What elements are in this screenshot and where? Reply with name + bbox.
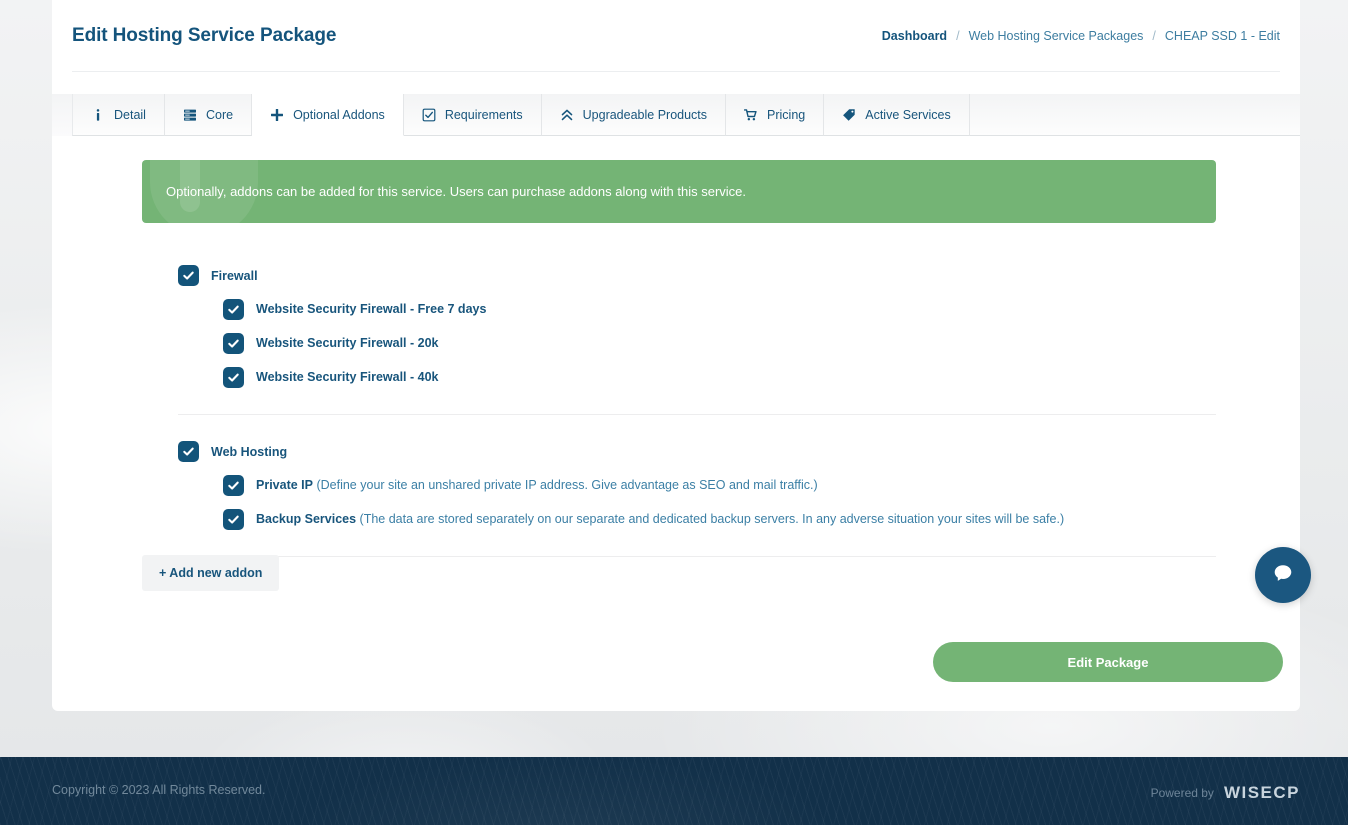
addon-item-name: Private IP — [256, 478, 313, 493]
addon-item-list: Website Security Firewall - Free 7 days … — [142, 299, 1216, 388]
addon-item-description: (The data are stored separately on our s… — [359, 512, 1065, 527]
cart-icon — [744, 108, 758, 122]
addon-item: Website Security Firewall - 20k — [223, 333, 1216, 354]
wisecp-logo: WISECP — [1223, 783, 1300, 802]
addon-item: Website Security Firewall - Free 7 days — [223, 299, 1216, 320]
group-checkbox-web-hosting[interactable] — [178, 441, 199, 462]
addon-checkbox[interactable] — [223, 509, 244, 530]
tab-bar: Detail Core Optional Addons Requirements… — [52, 94, 1300, 136]
tab-label: Optional Addons — [293, 107, 385, 122]
page-root: Edit Hosting Service Package Dashboard /… — [0, 0, 1348, 825]
tab-optional-addons[interactable]: Optional Addons — [252, 94, 404, 136]
edit-package-button[interactable]: Edit Package — [933, 642, 1283, 682]
breadcrumb-separator: / — [1152, 29, 1156, 43]
tab-label: Active Services — [865, 107, 951, 122]
footer-copyright: Copyright © 2023 All Rights Reserved. — [52, 783, 266, 797]
breadcrumb-item-current: CHEAP SSD 1 - Edit — [1164, 29, 1280, 43]
addon-item: Backup Services (The data are stored sep… — [223, 509, 1216, 530]
group-divider — [178, 556, 1216, 557]
addon-item: Private IP (Define your site an unshared… — [223, 475, 1216, 496]
tab-label: Core — [205, 107, 234, 122]
addon-item-description: (Define your site an unshared private IP… — [316, 478, 818, 493]
addon-item-label: Website Security Firewall - 20k — [256, 335, 438, 351]
tab-label: Requirements — [444, 107, 523, 122]
addon-item-name: Website Security Firewall - Free 7 days — [256, 302, 487, 317]
addon-checkbox[interactable] — [223, 367, 244, 388]
addon-group-header: Web Hosting — [142, 441, 1216, 462]
alert-message: Optionally, addons can be added for this… — [166, 184, 747, 199]
checkbox-icon — [422, 108, 436, 122]
addon-item-label: Website Security Firewall - 40k — [256, 369, 438, 385]
info-icon — [91, 108, 105, 122]
addon-item-label: Website Security Firewall - Free 7 days — [256, 301, 486, 317]
addon-checkbox[interactable] — [223, 333, 244, 354]
plus-icon — [270, 108, 284, 122]
breadcrumb-separator: / — [956, 29, 960, 43]
group-divider — [178, 414, 1216, 415]
addon-group-title: Web Hosting — [211, 444, 288, 459]
page-header: Edit Hosting Service Package Dashboard /… — [52, 0, 1300, 72]
info-alert: Optionally, addons can be added for this… — [142, 160, 1216, 223]
addon-group-web-hosting: Web Hosting Private IP (Define your site… — [142, 441, 1216, 530]
add-new-addon-button[interactable]: + Add new addon — [142, 555, 280, 591]
addon-item-name: Website Security Firewall - 20k — [256, 336, 439, 351]
breadcrumb-item-packages[interactable]: Web Hosting Service Packages — [969, 29, 1144, 43]
page-title: Edit Hosting Service Package — [72, 25, 337, 46]
tab-label: Pricing — [767, 107, 806, 122]
server-icon — [183, 108, 197, 122]
addon-item-list: Private IP (Define your site an unshared… — [142, 475, 1216, 530]
addon-checkbox[interactable] — [223, 475, 244, 496]
addon-group-header: Firewall — [142, 265, 1216, 286]
page-footer: Copyright © 2023 All Rights Reserved. Po… — [0, 757, 1348, 825]
addon-checkbox[interactable] — [223, 299, 244, 320]
breadcrumb-item-dashboard[interactable]: Dashboard — [882, 29, 947, 43]
addon-group-title: Firewall — [211, 268, 258, 283]
chat-bubble-icon — [1269, 559, 1297, 592]
addon-item-name: Website Security Firewall - 40k — [256, 370, 439, 385]
addon-item-name: Backup Services — [256, 512, 357, 527]
addon-groups: Firewall Website Security Firewall - Fre… — [142, 265, 1216, 557]
breadcrumb: Dashboard / Web Hosting Service Packages… — [882, 29, 1280, 43]
tag-icon — [842, 108, 856, 122]
group-checkbox-firewall[interactable] — [178, 265, 199, 286]
addon-item: Website Security Firewall - 40k — [223, 367, 1216, 388]
addon-group-firewall: Firewall Website Security Firewall - Fre… — [142, 265, 1216, 388]
powered-by-label: Powered by — [1150, 786, 1214, 800]
tab-active-services[interactable]: Active Services — [824, 94, 970, 136]
tab-core[interactable]: Core — [164, 94, 253, 136]
tab-label: Upgradeable Products — [582, 107, 708, 122]
main-card: Detail Core Optional Addons Requirements… — [52, 72, 1300, 711]
powered-by: Powered by WISECP — [1151, 783, 1300, 803]
chevron-up-double-icon — [560, 108, 574, 122]
tab-detail[interactable]: Detail — [72, 94, 165, 136]
tab-label: Detail — [114, 107, 146, 122]
tab-bar-filler — [969, 94, 1300, 136]
tab-upgradeable-products[interactable]: Upgradeable Products — [541, 94, 727, 136]
addon-item-label: Backup Services (The data are stored sep… — [256, 511, 1064, 527]
addon-item-label: Private IP (Define your site an unshared… — [256, 477, 818, 493]
chat-widget-button[interactable] — [1255, 547, 1311, 603]
tab-requirements[interactable]: Requirements — [403, 94, 542, 136]
tab-pricing[interactable]: Pricing — [726, 94, 825, 136]
